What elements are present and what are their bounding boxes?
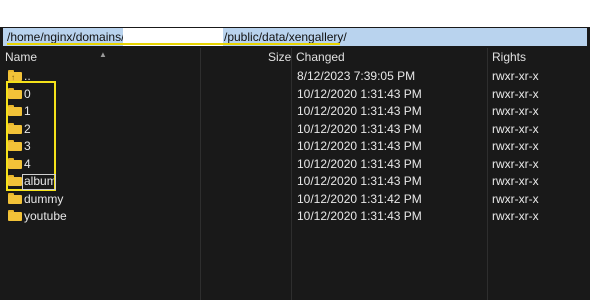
file-row[interactable]: 1 10/12/2020 1:31:43 PM rwxr-xr-x	[0, 102, 590, 120]
path-bar[interactable]: /home/nginx/domains/ /public/data/xengal…	[3, 28, 587, 46]
file-changed: 8/12/2023 7:39:05 PM	[297, 69, 416, 83]
file-changed: 10/12/2020 1:31:43 PM	[297, 121, 422, 136]
column-header-size[interactable]: Size	[268, 50, 291, 64]
file-rights: rwxr-xr-x	[492, 156, 539, 171]
file-row[interactable]: 0 10/12/2020 1:31:43 PM rwxr-xr-x	[0, 85, 590, 103]
file-changed: 10/12/2020 1:31:43 PM	[297, 156, 422, 171]
column-header-changed[interactable]: Changed	[296, 50, 345, 64]
column-header-name[interactable]: Name	[5, 50, 37, 64]
file-rights: rwxr-xr-x	[492, 86, 539, 101]
folder-icon	[8, 192, 22, 204]
file-rights: rwxr-xr-x	[492, 209, 539, 223]
file-changed: 10/12/2020 1:31:43 PM	[297, 86, 422, 101]
file-rights: rwxr-xr-x	[492, 104, 539, 118]
column-header-rights[interactable]: Rights	[492, 50, 526, 64]
file-row[interactable]: 3 10/12/2020 1:31:43 PM rwxr-xr-x	[0, 137, 590, 155]
file-changed: 10/12/2020 1:31:43 PM	[297, 104, 422, 118]
file-rights: rwxr-xr-x	[492, 191, 539, 206]
file-rights: rwxr-xr-x	[492, 174, 539, 188]
file-row[interactable]: 4 10/12/2020 1:31:43 PM rwxr-xr-x	[0, 155, 590, 173]
folder-icon	[8, 210, 22, 221]
file-changed: 10/12/2020 1:31:43 PM	[297, 174, 422, 188]
file-rights: rwxr-xr-x	[492, 139, 539, 153]
file-row[interactable]: youtube 10/12/2020 1:31:43 PM rwxr-xr-x	[0, 207, 590, 225]
sort-ascending-icon: ▲	[99, 50, 107, 59]
file-rights: rwxr-xr-x	[492, 121, 539, 136]
file-changed: 10/12/2020 1:31:43 PM	[297, 209, 422, 223]
parent-folder-icon: ↑	[8, 70, 22, 82]
file-changed: 10/12/2020 1:31:42 PM	[297, 191, 422, 206]
focused-item-outline	[22, 174, 56, 190]
file-row[interactable]: dummy 10/12/2020 1:31:42 PM rwxr-xr-x	[0, 190, 590, 208]
file-rights: rwxr-xr-x	[492, 69, 539, 83]
file-row[interactable]: ↑.. 8/12/2023 7:39:05 PM rwxr-xr-x	[0, 67, 590, 85]
file-name: dummy	[24, 191, 64, 206]
file-changed: 10/12/2020 1:31:43 PM	[297, 139, 422, 153]
path-underline-mark	[7, 43, 340, 45]
file-row[interactable]: album 10/12/2020 1:31:43 PM rwxr-xr-x	[0, 172, 590, 190]
file-name: youtube	[24, 209, 67, 223]
file-row[interactable]: 2 10/12/2020 1:31:43 PM rwxr-xr-x	[0, 120, 590, 138]
column-header-row: Name ▲ Size Changed Rights	[0, 48, 590, 65]
